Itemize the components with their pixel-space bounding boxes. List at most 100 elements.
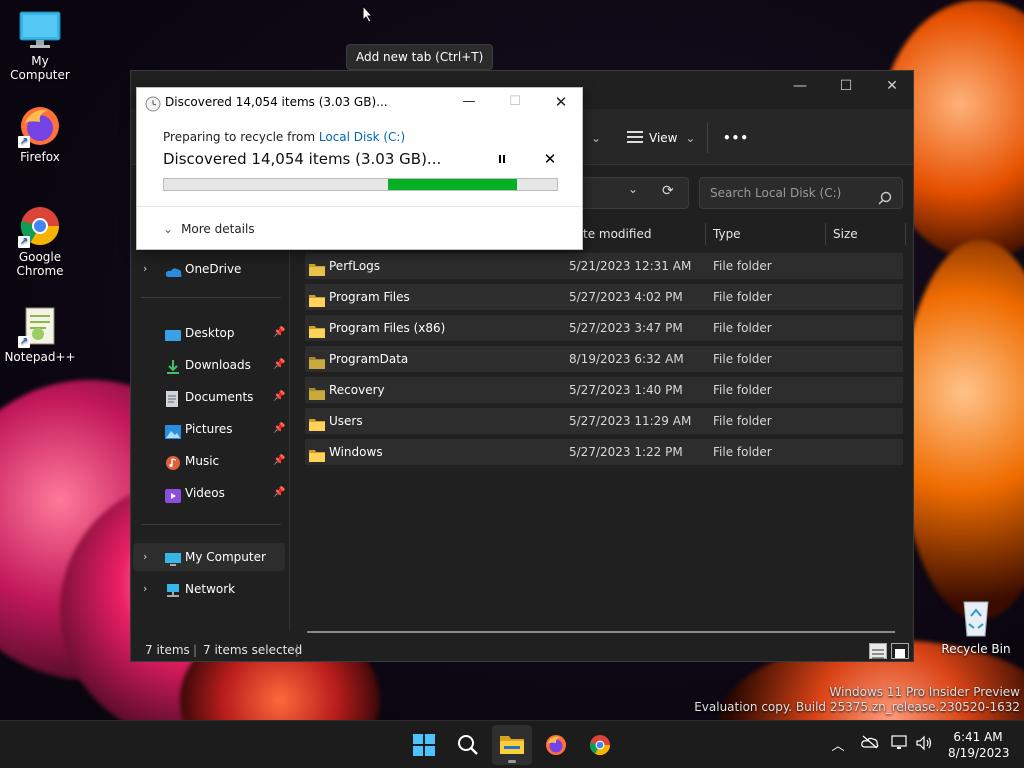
pin-icon[interactable]: 📌 [273, 383, 285, 411]
network-monitor-icon[interactable] [890, 735, 910, 755]
delete-progress-dialog: Discovered 14,054 items (3.03 GB)... — ☐… [136, 87, 583, 250]
monitor-icon [18, 8, 62, 52]
chrome-icon [589, 734, 611, 759]
music-icon [165, 453, 181, 470]
desktop-icon-notepadpp[interactable]: ↗ Notepad++ [0, 304, 80, 364]
nav-item-desktop[interactable]: Desktop 📌 [133, 319, 285, 347]
view-button[interactable]: View ⌄ [627, 125, 695, 151]
nav-item-onedrive[interactable]: › OneDrive [133, 255, 285, 283]
desktop-icon-recycle-bin[interactable]: Recycle Bin [936, 596, 1016, 656]
recycle-source-line: Preparing to recycle from Local Disk (C:… [163, 130, 406, 144]
sort-dropdown-chevron-icon[interactable]: ⌄ [591, 125, 601, 151]
shortcut-arrow-icon: ↗ [18, 136, 30, 148]
chevron-down-icon: ⌄ [685, 131, 696, 145]
nav-item-my-computer[interactable]: › My Computer [133, 543, 285, 571]
nav-item-network[interactable]: › Network [133, 575, 285, 603]
maximize-button[interactable]: ☐ [823, 71, 869, 103]
table-row[interactable]: Users 5/27/2023 11:29 AM File folder [305, 408, 903, 434]
pane-divider[interactable] [289, 221, 290, 631]
desktop-icon-label: Google Chrome [16, 250, 64, 278]
column-header-type[interactable]: Type [713, 221, 741, 247]
clock-icon [145, 94, 161, 122]
windows-watermark-line1: Windows 11 Pro Insider Preview [829, 685, 1020, 699]
folder-icon [309, 445, 325, 462]
taskbar-firefox[interactable] [536, 725, 576, 765]
pin-icon[interactable]: 📌 [273, 351, 285, 379]
column-header-size[interactable]: Size [833, 221, 858, 247]
horizontal-scrollbar[interactable] [307, 631, 895, 633]
shortcut-arrow-icon: ↗ [18, 236, 30, 248]
table-row[interactable]: ProgramData 8/19/2023 6:32 AM File folde… [305, 346, 903, 372]
dialog-minimize-button[interactable]: — [449, 88, 489, 116]
desktop-icon-chrome[interactable]: ↗ Google Chrome [0, 204, 80, 278]
column-separator[interactable] [705, 223, 706, 245]
table-row[interactable]: Program Files 5/27/2023 4:02 PM File fol… [305, 284, 903, 310]
progress-bar [163, 178, 558, 191]
cmdbar-divider [707, 123, 708, 153]
folder-icon [309, 414, 325, 431]
chevron-down-icon: ⌄ [163, 222, 174, 236]
search-input[interactable]: Search Local Disk (C:) [699, 177, 903, 209]
windows-watermark-line2: Evaluation copy. Build 25375.zn_release.… [694, 700, 1020, 714]
recycle-bin-icon [954, 596, 998, 640]
chevron-right-icon[interactable]: › [143, 575, 147, 603]
taskbar-chrome[interactable] [580, 725, 620, 765]
pin-icon[interactable]: 📌 [273, 447, 285, 475]
nav-item-documents[interactable]: Documents 📌 [133, 383, 285, 411]
desktop-icon-label: Notepad++ [4, 350, 76, 364]
folder-icon [309, 290, 325, 307]
stop-button[interactable]: ✕ [541, 150, 559, 168]
address-dropdown-icon[interactable]: ⌄ [628, 182, 638, 196]
desktop-icon-my-computer[interactable]: My Computer [0, 8, 80, 82]
notepadpp-icon: ↗ [18, 304, 62, 348]
dialog-maximize-button[interactable]: ☐ [495, 88, 535, 116]
pin-icon[interactable]: 📌 [273, 479, 285, 507]
address-bar[interactable]: ⌄ ⟳ [567, 177, 689, 209]
pin-icon[interactable]: 📌 [273, 319, 285, 347]
taskbar-file-explorer[interactable] [492, 725, 532, 765]
chevron-right-icon[interactable]: › [143, 543, 147, 571]
nav-item-videos[interactable]: Videos 📌 [133, 479, 285, 507]
pin-icon[interactable]: 📌 [273, 415, 285, 443]
dialog-close-button[interactable]: ✕ [541, 88, 581, 116]
column-separator[interactable] [825, 223, 826, 245]
search-placeholder: Search Local Disk (C:) [710, 186, 842, 200]
navigation-pane: › OneDrive Desktop 📌 Downloads 📌 Documen… [131, 251, 289, 631]
folder-icon [500, 734, 524, 757]
table-row[interactable]: Recovery 5/27/2023 1:40 PM File folder [305, 377, 903, 403]
chevron-right-icon[interactable]: › [143, 255, 147, 283]
progress-bar-fill [388, 179, 517, 190]
source-link[interactable]: Local Disk (C:) [319, 130, 405, 144]
table-row[interactable]: Program Files (x86) 5/27/2023 3:47 PM Fi… [305, 315, 903, 341]
table-row[interactable]: PerfLogs 5/21/2023 12:31 AM File folder [305, 253, 903, 279]
more-options-button[interactable]: ••• [723, 125, 749, 151]
minimize-button[interactable]: — [777, 71, 823, 103]
start-button[interactable] [404, 725, 444, 765]
view-icon [627, 126, 643, 152]
chevron-up-icon[interactable]: ︿ [828, 735, 848, 755]
clock-time: 6:41 AM [953, 730, 1003, 744]
nav-item-pictures[interactable]: Pictures 📌 [133, 415, 285, 443]
refresh-icon[interactable]: ⟳ [662, 183, 674, 199]
windows-logo-icon [413, 734, 435, 759]
cloud-offline-icon[interactable] [860, 735, 880, 755]
desktop-icon-firefox[interactable]: ↗ Firefox [0, 104, 80, 164]
clock-date: 8/19/2023 [948, 746, 1010, 760]
nav-item-downloads[interactable]: Downloads 📌 [133, 351, 285, 379]
search-button[interactable] [448, 725, 488, 765]
search-icon [457, 734, 479, 759]
folder-icon [309, 321, 325, 338]
pause-button[interactable] [493, 150, 511, 168]
table-row[interactable]: Windows 5/27/2023 1:22 PM File folder [305, 439, 903, 465]
close-button[interactable]: ✕ [869, 71, 915, 103]
firefox-icon [545, 734, 567, 759]
taskbar-clock[interactable]: 6:41 AM 8/19/2023 [948, 729, 1010, 761]
column-separator[interactable] [905, 223, 906, 245]
large-icons-view-icon[interactable] [891, 643, 909, 659]
more-details-toggle[interactable]: ⌄ More details [163, 222, 255, 236]
nav-item-music[interactable]: Music 📌 [133, 447, 285, 475]
details-view-icon[interactable] [869, 643, 887, 659]
volume-icon[interactable] [914, 735, 934, 755]
column-header-date-modified[interactable]: te modified [583, 221, 651, 247]
dialog-titlebar[interactable]: Discovered 14,054 items (3.03 GB)... — ☐… [137, 88, 582, 116]
